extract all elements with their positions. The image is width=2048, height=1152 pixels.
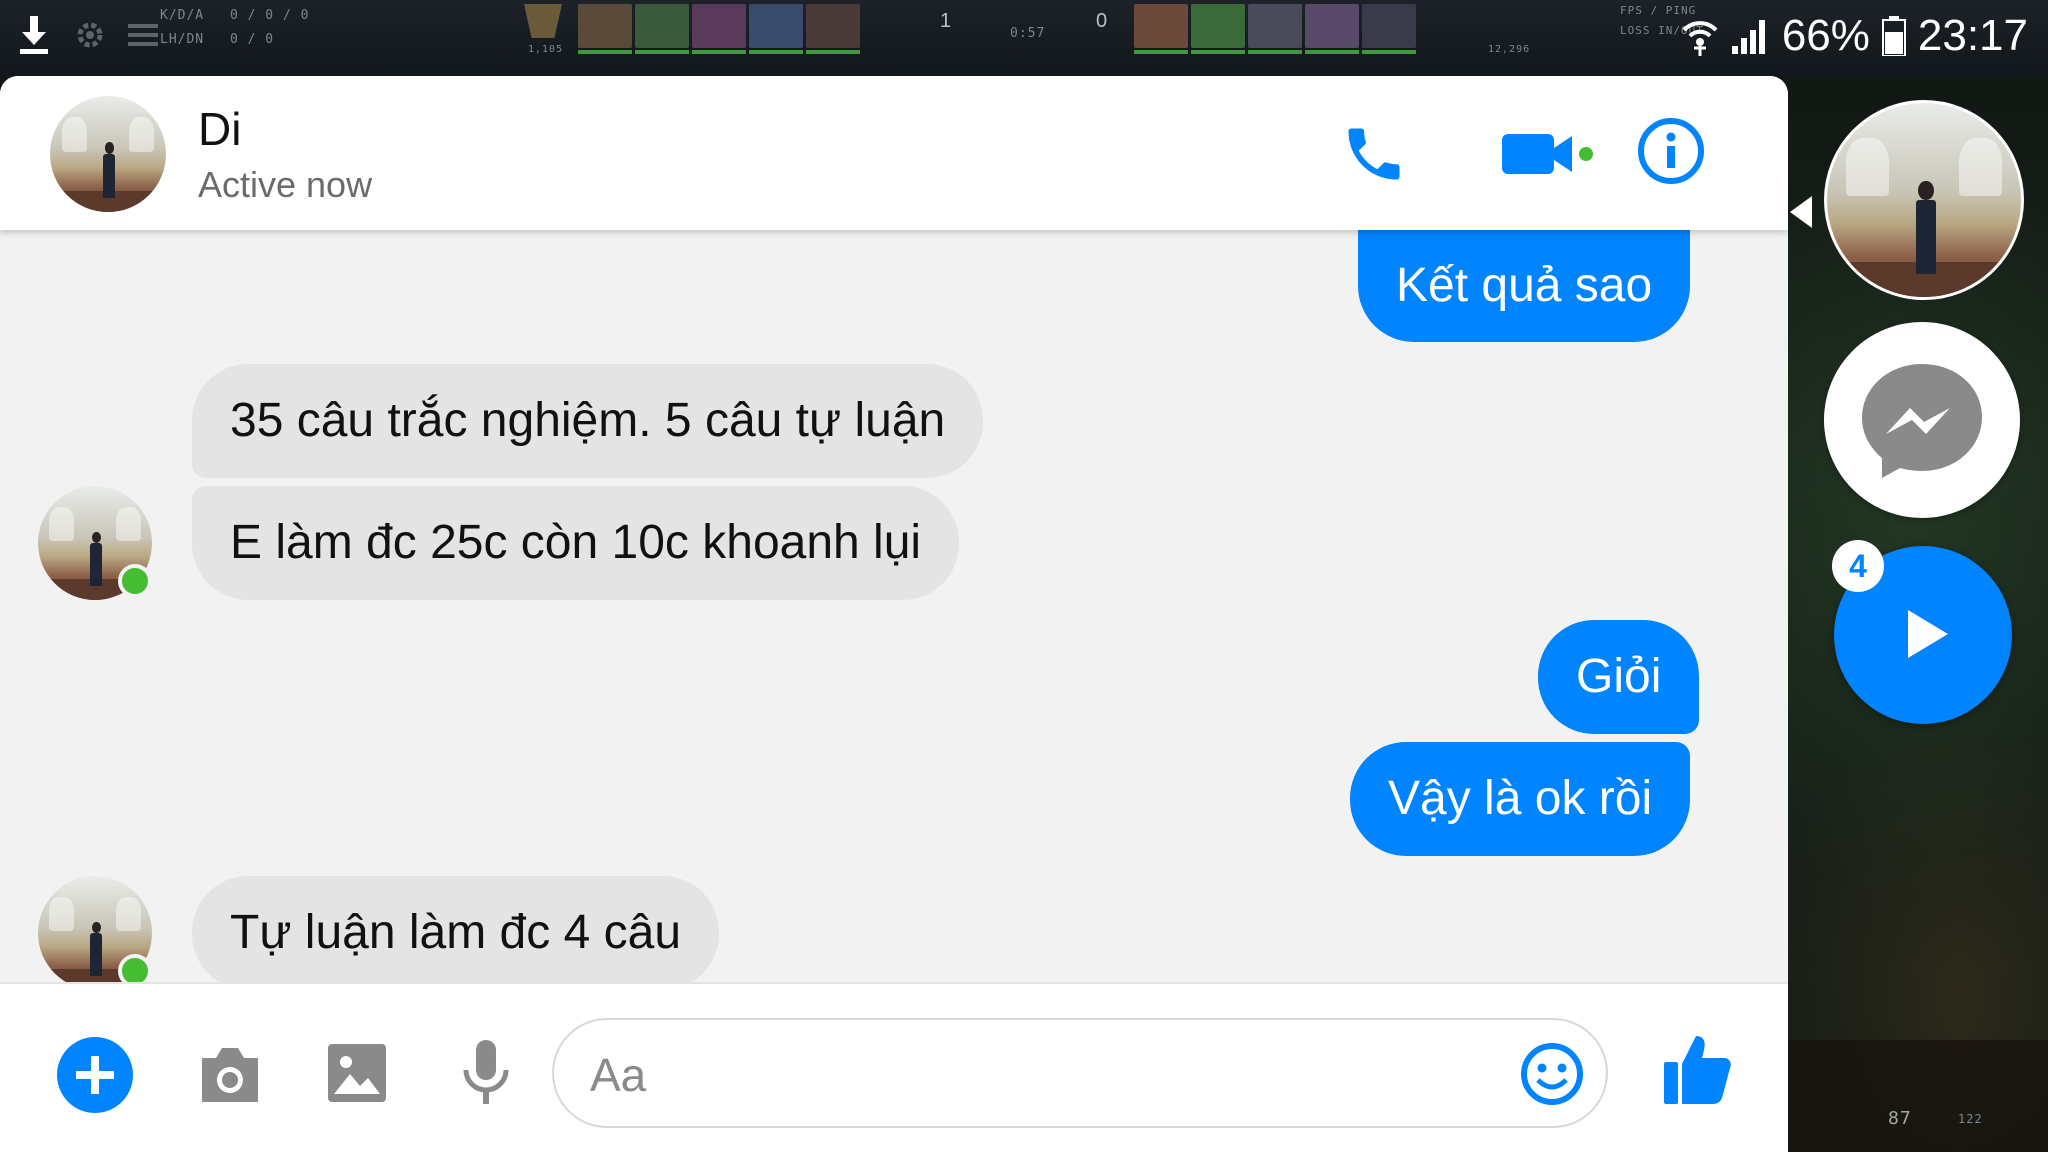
message-input-placeholder: Aa — [590, 1049, 647, 1101]
message-text: Tự luận làm đc 4 câu — [230, 906, 682, 959]
unread-badge: 4 — [1832, 540, 1884, 592]
chat-head-pointer — [1790, 196, 1812, 228]
wifi-icon — [1682, 21, 1718, 56]
microphone-icon[interactable] — [462, 1038, 510, 1108]
lhdn-value: 0 / 0 — [230, 32, 275, 47]
message-bubble-outgoing[interactable]: Kết quả sao — [1358, 230, 1691, 342]
shop-count: 122 — [1958, 1112, 1983, 1126]
hero-portrait — [1134, 4, 1188, 54]
message-input[interactable]: Aa — [552, 1018, 1608, 1128]
message-text: Giỏi — [1576, 650, 1662, 703]
team-logo-icon — [524, 4, 562, 38]
messenger-icon — [1862, 364, 1982, 478]
composer-bar: Aa — [0, 982, 1788, 1152]
hero-portrait — [1191, 4, 1245, 54]
settings-icon — [77, 22, 103, 48]
lhdn-label: LH/DN — [160, 32, 205, 47]
hero-portrait — [635, 4, 689, 54]
hero-portrait — [1305, 4, 1359, 54]
message-list[interactable]: Kết quả sao 35 câu trắc nghiệm. 5 câu tự… — [0, 230, 1788, 1062]
plus-icon[interactable] — [56, 1036, 134, 1114]
team-gold: 1,105 — [528, 44, 564, 55]
shop-gold: 87 — [1888, 1108, 1912, 1129]
status-bar-left — [16, 14, 158, 56]
message-text: 35 câu trắc nghiệm. 5 câu tự luận — [230, 394, 946, 447]
battery-percent: 66% — [1781, 11, 1870, 60]
signal-icon — [1731, 20, 1765, 54]
video-camera-icon[interactable] — [1498, 126, 1594, 182]
download-icon — [20, 16, 48, 54]
hero-portrait — [806, 4, 860, 54]
online-indicator — [118, 564, 152, 598]
image-icon[interactable] — [326, 1042, 388, 1104]
kda-value: 0 / 0 / 0 — [230, 8, 310, 23]
contact-avatar[interactable] — [50, 96, 166, 212]
chat-panel: Di Active now Kết quả sao 35 câu trắc ng… — [0, 76, 1788, 1152]
info-icon[interactable] — [1636, 116, 1706, 186]
hero-portrait — [578, 4, 632, 54]
emoji-icon[interactable] — [1520, 1042, 1584, 1106]
clock: 23:17 — [1917, 11, 2028, 60]
messenger-chat-head[interactable] — [1824, 322, 2020, 518]
radiant-heroes — [578, 4, 860, 54]
camera-icon[interactable] — [196, 1044, 264, 1106]
message-bubble-incoming[interactable]: 35 câu trắc nghiệm. 5 câu tự luận — [192, 364, 984, 478]
status-bar-right: 66% 23:17 — [1682, 6, 2028, 66]
message-text: E làm đc 25c còn 10c khoanh lụi — [230, 516, 922, 569]
hero-portrait — [749, 4, 803, 54]
chat-header: Di Active now — [0, 76, 1788, 230]
message-bubble-incoming[interactable]: E làm đc 25c còn 10c khoanh lụi — [192, 486, 960, 600]
message-bubble-outgoing[interactable]: Vậy là ok rồi — [1350, 742, 1691, 856]
kda-label: K/D/A — [160, 8, 205, 23]
score-right: 0 — [1096, 10, 1108, 32]
phone-icon[interactable] — [1340, 120, 1408, 188]
play-icon — [1908, 610, 1948, 658]
dire-heroes — [1134, 4, 1416, 54]
message-bubble-outgoing[interactable]: Giỏi — [1538, 620, 1700, 734]
menu-icon — [128, 24, 158, 46]
game-clock: 0:57 — [1010, 26, 1046, 41]
message-text: Vậy là ok rồi — [1388, 772, 1653, 825]
message-text: Kết quả sao — [1396, 259, 1653, 312]
gold-right: 12,296 — [1488, 44, 1531, 55]
hero-portrait — [1362, 4, 1416, 54]
game-shop-panel: 87 122 — [1780, 1040, 2048, 1152]
hero-portrait — [1248, 4, 1302, 54]
message-bubble-incoming[interactable]: Tự luận làm đc 4 câu — [192, 876, 720, 990]
score-left: 1 — [940, 10, 952, 32]
chat-head-contact[interactable] — [1824, 100, 2024, 300]
thumbs-up-icon[interactable] — [1662, 1032, 1732, 1106]
battery-icon — [1881, 16, 1906, 56]
contact-name[interactable]: Di — [198, 102, 241, 156]
hero-portrait — [692, 4, 746, 54]
contact-status: Active now — [198, 164, 373, 205]
